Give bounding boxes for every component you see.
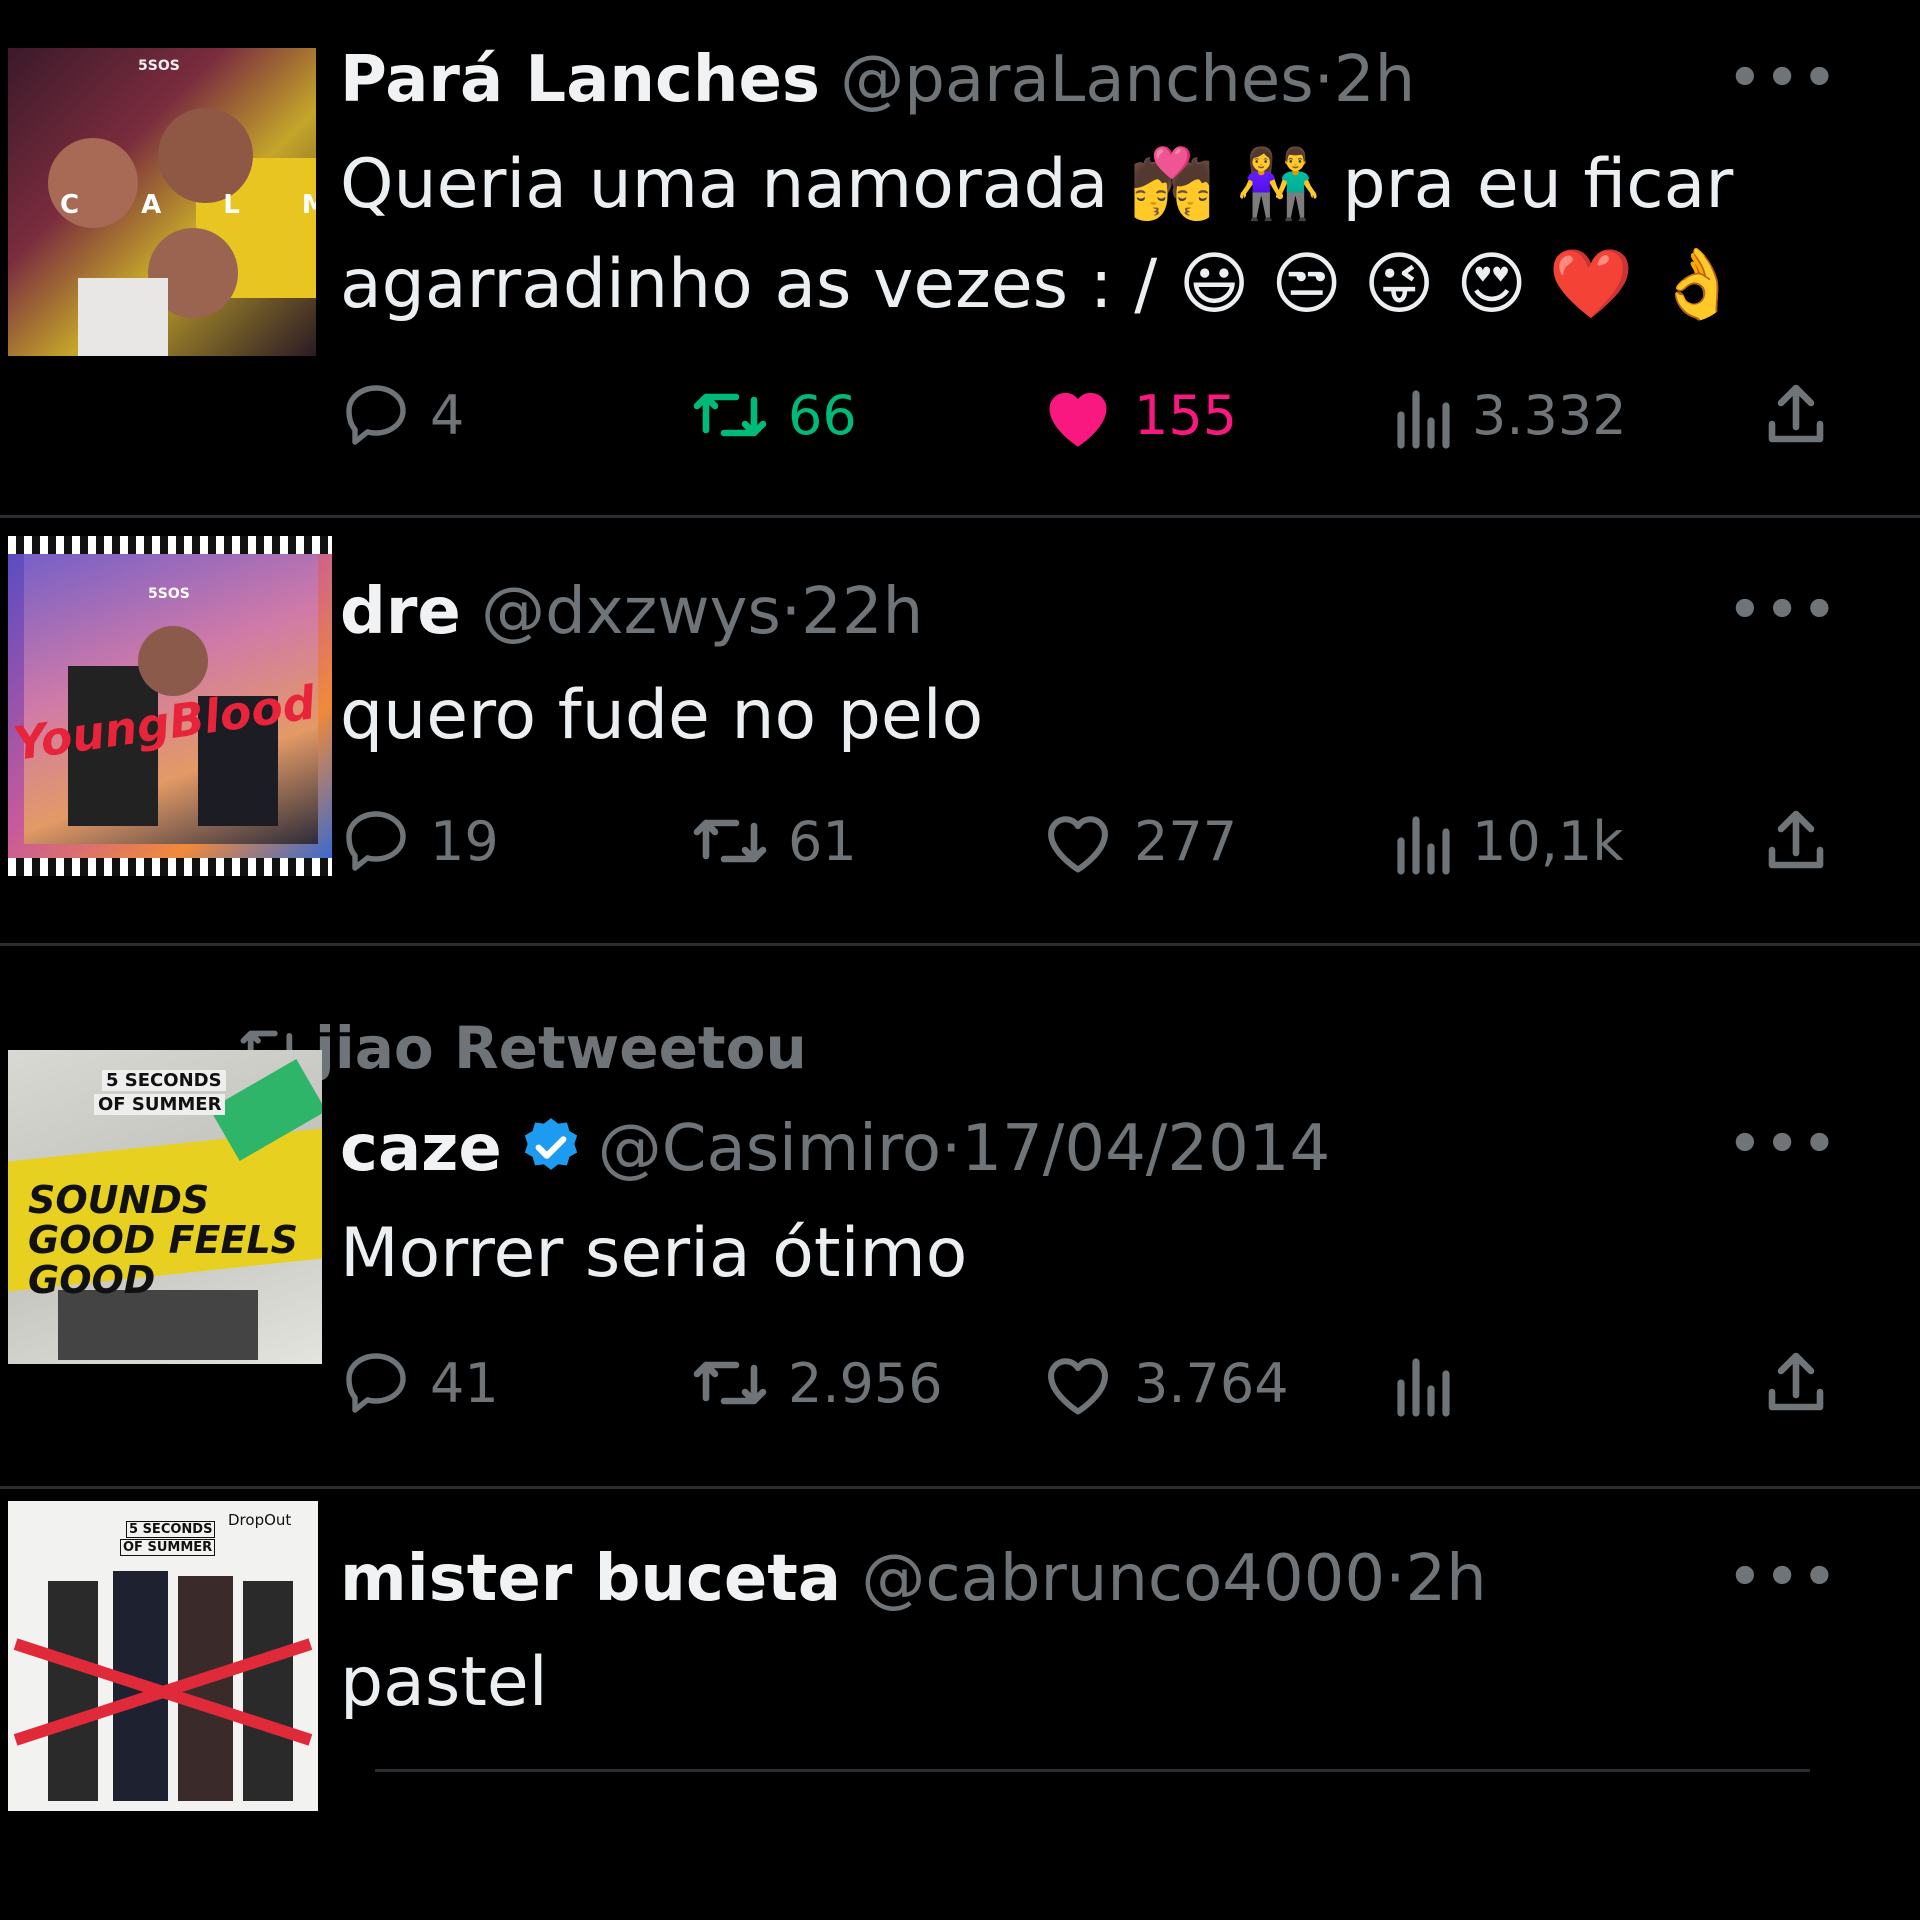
share-icon [1768,810,1824,869]
tweet-header: mister buceta @cabrunco4000·2h [340,1547,1487,1611]
retweet-button[interactable]: 2.956 [690,1338,943,1428]
tweet-3[interactable]: jiao Retweetou 5 SECONDS OF SUMMER SOUND… [0,946,1920,1486]
reply-icon [346,385,406,445]
avatar-album-sgfg[interactable]: 5 SECONDS OF SUMMER SOUNDS GOOD FEELS GO… [8,1050,322,1364]
heart-filled-icon [1049,392,1107,447]
retweet-button[interactable]: 66 [690,370,857,460]
tweet-text-line-1: pastel [340,1643,548,1722]
like-count: 3.764 [1134,1351,1289,1415]
heart-icon [1048,816,1108,873]
reply-button[interactable]: 41 [340,1338,499,1428]
tweet-text-line-1: quero fude no pelo [340,676,984,755]
author-name[interactable]: Pará Lanches [340,43,820,117]
more-options-icon[interactable]: ••• [1728,1114,1840,1174]
avatar-album-title: CALM [60,190,316,220]
reply-icon [346,811,406,871]
separator-dot: · [1313,43,1334,117]
analytics-icon [1397,390,1450,449]
tweet-text-line-1: Queria uma namorada 💏 👫 pra eu ficar [340,145,1734,224]
views-button[interactable] [1390,1338,1472,1428]
avatar-album-calm[interactable]: 5SOS CALM [8,48,316,356]
reply-button[interactable]: 19 [340,796,499,886]
retweet-icon [693,1361,767,1405]
tweet-header: caze @Casimiro·17/04/2014 [340,1114,1330,1191]
retweet-icon [693,819,767,863]
separator-dot: · [780,575,802,649]
reply-icon [346,1353,406,1413]
avatar-album-5sos[interactable]: 5 SECONDS OF SUMMER DropOut [8,1501,318,1811]
reply-count: 4 [430,383,465,447]
avatar-band-text-2: OF SUMMER [120,1539,216,1556]
like-button[interactable]: 3.764 [1040,1338,1289,1428]
like-button[interactable]: 155 [1040,370,1237,460]
retweet-icon [693,393,767,437]
tweet-bottom-rule [375,1769,1810,1772]
author-name[interactable]: mister buceta [340,1542,841,1616]
avatar-band-text-1: 5 SECONDS [126,1521,216,1538]
views-count: 3.332 [1472,383,1627,447]
avatar-band-text: 5SOS [138,58,180,74]
author-handle[interactable]: @Casimiro [598,1112,941,1186]
retweet-count: 2.956 [788,1351,943,1415]
tweet-header: Pará Lanches @paraLanches·2h [340,48,1415,112]
reply-button[interactable]: 4 [340,370,464,460]
author-name[interactable]: dre [340,575,461,649]
separator-dot: · [941,1112,962,1187]
avatar-album-title: SOUNDS GOOD FEELS GOOD [28,1178,299,1302]
author-name[interactable]: caze [340,1112,502,1186]
avatar-band-text: 5SOS [148,586,190,602]
reply-count: 19 [430,809,499,873]
retweet-count: 66 [788,383,857,447]
views-button[interactable]: 10,1k [1390,796,1624,886]
tweet-actions: 41 2.956 3.764 [340,1338,1840,1428]
analytics-icon [1397,1358,1450,1417]
share-button[interactable] [1760,1338,1832,1428]
separator-dot: · [1385,1542,1406,1616]
tweet-time[interactable]: 22h [801,575,923,649]
tweet-time[interactable]: 17/04/2014 [961,1112,1330,1186]
tweet-time[interactable]: 2h [1405,1542,1486,1616]
tweet-4[interactable]: 5 SECONDS OF SUMMER DropOut mister bucet… [0,1489,1920,1920]
share-icon [1768,1352,1824,1411]
like-count: 155 [1134,383,1238,447]
share-icon [1768,384,1824,443]
verified-badge-icon [518,1114,584,1191]
tweet-actions: 4 66 155 3.332 [340,370,1840,460]
like-button[interactable]: 277 [1040,796,1237,886]
tweet-text-line-1: Morrer seria ótimo [340,1214,968,1293]
like-count: 277 [1134,809,1238,873]
avatar-album-title: DropOut [228,1511,292,1529]
views-button[interactable]: 3.332 [1390,370,1627,460]
more-options-icon[interactable]: ••• [1728,580,1840,640]
analytics-icon [1397,816,1450,875]
tweet-time[interactable]: 2h [1334,43,1415,117]
author-handle[interactable]: @cabrunco4000 [861,1542,1385,1616]
tweet-actions: 19 61 277 10,1k [340,796,1840,886]
avatar-band-text-2: OF SUMMER [94,1094,226,1115]
reply-count: 41 [430,1351,499,1415]
more-options-icon[interactable]: ••• [1728,1547,1840,1607]
views-count: 10,1k [1472,809,1624,873]
author-handle[interactable]: @dxzwys [481,575,781,649]
tweet-header: dre @dxzwys·22h [340,580,923,644]
retweeted-by-text[interactable]: jiao Retweetou [315,1014,807,1082]
author-handle[interactable]: @paraLanches [840,43,1313,117]
tweet-text-line-2: agarradinho as vezes : / 😃 😒 😜 😍 ❤️ 👌 [340,245,1740,324]
share-button[interactable] [1760,370,1832,460]
retweet-button[interactable]: 61 [690,796,857,886]
tweet-2[interactable]: 5SOS YoungBlood dre @dxzwys·22h ••• quer… [0,518,1920,943]
avatar-album-youngblood[interactable]: 5SOS YoungBlood [8,536,332,876]
more-options-icon[interactable]: ••• [1728,48,1840,108]
share-button[interactable] [1760,796,1832,886]
tweet-1[interactable]: 5SOS CALM Pará Lanches @paraLanches·2h •… [0,0,1920,515]
heart-icon [1048,1358,1108,1415]
avatar-band-text-1: 5 SECONDS [102,1070,226,1091]
retweet-count: 61 [788,809,857,873]
